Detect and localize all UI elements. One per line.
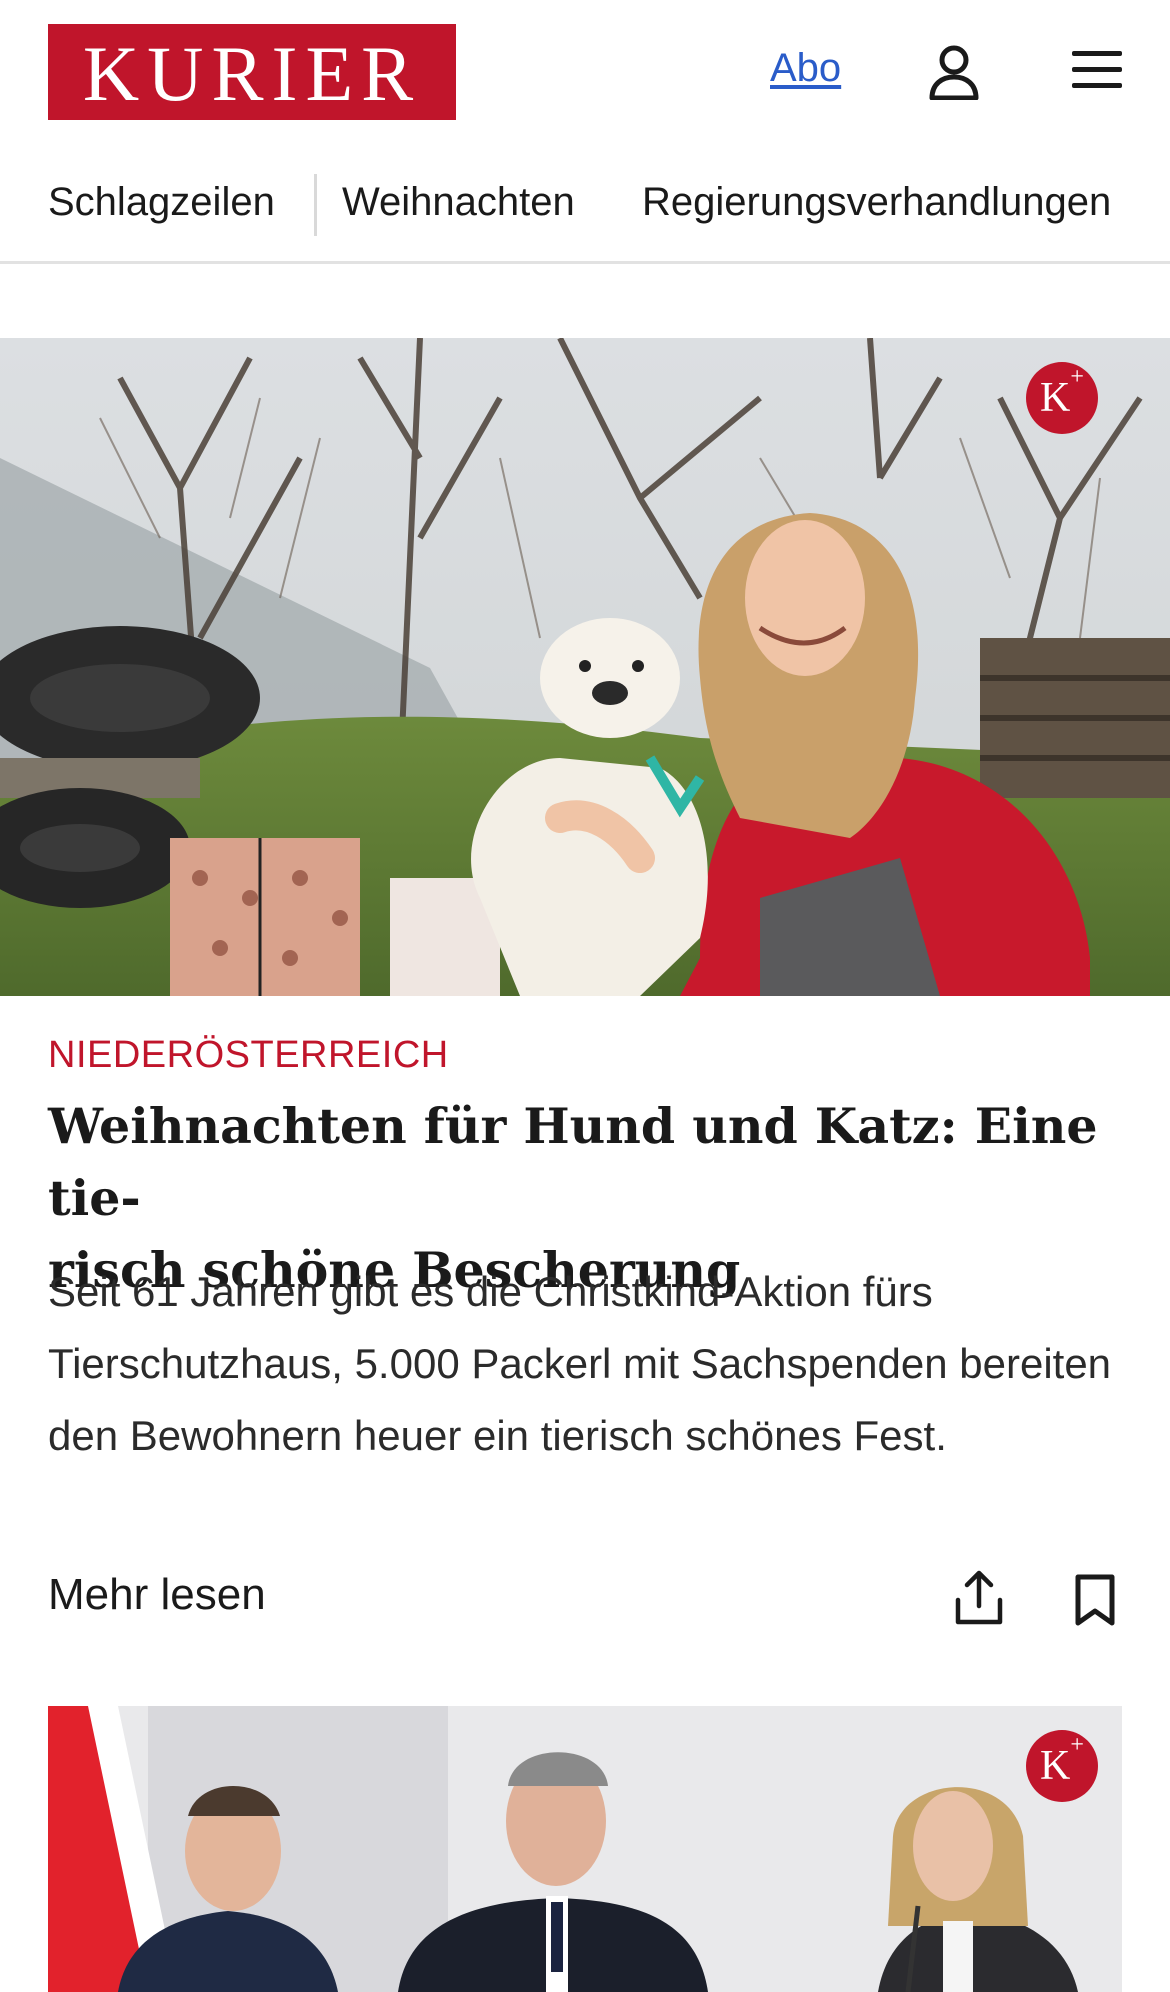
article-teaser: Seit 61 Jahren gibt es die Christkind-Ak… [48, 1268, 1112, 1459]
headline-line-1: Weihnachten für Hund und Katz: Eine tie- [48, 1097, 1098, 1227]
kplus-badge-2-text: K+ [1040, 1732, 1084, 1789]
user-icon[interactable] [928, 44, 980, 100]
logo-text: KURIER [82, 30, 422, 117]
nav-item-weihnachten[interactable]: Weihnachten [342, 180, 575, 225]
photo-woman-with-dog [0, 338, 1170, 996]
kplus-badge: K+ [1026, 362, 1098, 434]
share-icon[interactable] [954, 1570, 1004, 1626]
abo-link[interactable]: Abo [770, 46, 841, 91]
kplus-badge-2: K+ [1026, 1730, 1098, 1802]
nav-item-regierungsverhandlungen[interactable]: Regierungsverhandlungen [642, 180, 1111, 225]
article-category[interactable]: NIEDERÖSTERREICH [48, 1034, 449, 1077]
article-image-2[interactable]: K+ [48, 1706, 1122, 1992]
menu-icon[interactable] [1070, 46, 1124, 94]
nav-divider [314, 174, 317, 236]
photo-politicians-press-conference [48, 1706, 1122, 1992]
kplus-plus-glyph: + [1070, 364, 1084, 390]
bookmark-icon[interactable] [1074, 1574, 1116, 1626]
nav-item-schlagzeilen[interactable]: Schlagzeilen [48, 180, 275, 225]
article-image[interactable]: K+ [0, 338, 1170, 996]
kplus-plus-glyph: + [1070, 1732, 1084, 1758]
section-nav: Schlagzeilen Weihnachten Regierungsverha… [0, 162, 1170, 264]
read-more-link[interactable]: Mehr lesen [48, 1570, 266, 1620]
kplus-badge-text: K+ [1040, 364, 1084, 421]
kurier-logo[interactable]: KURIER [48, 24, 456, 120]
site-header: KURIER Abo [0, 0, 1170, 146]
